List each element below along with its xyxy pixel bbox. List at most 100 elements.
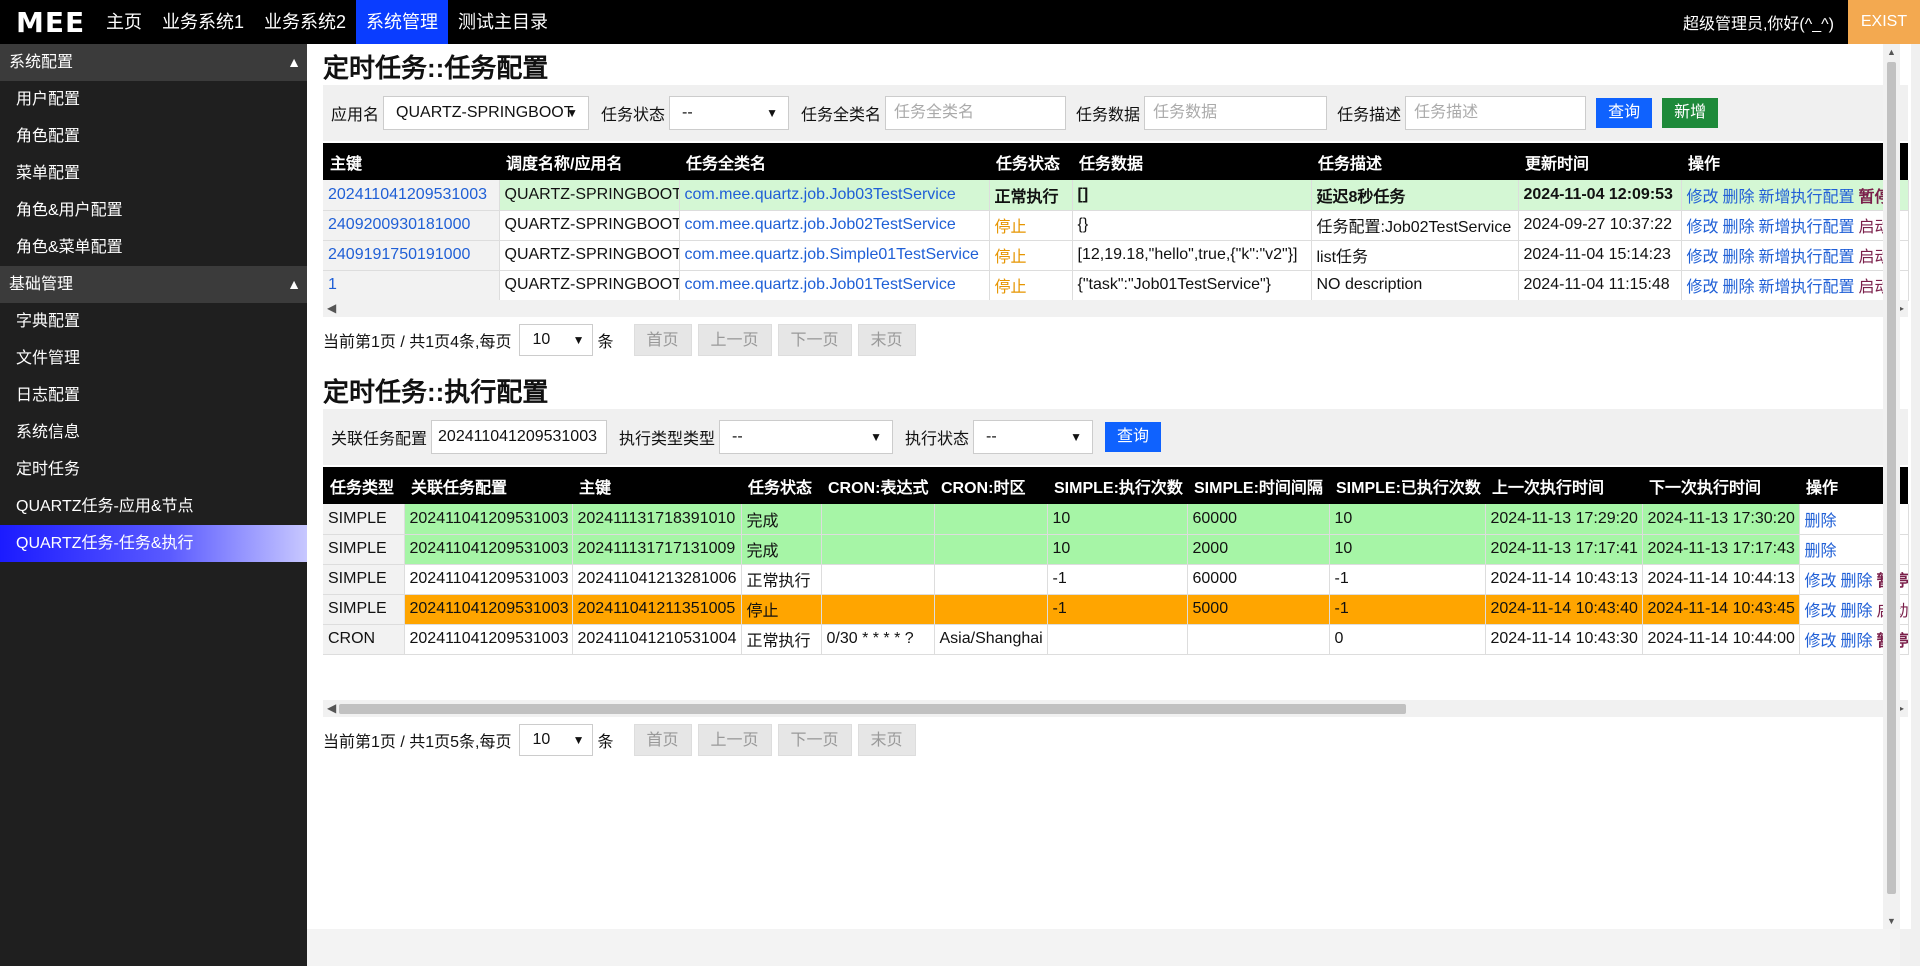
next-page-button[interactable]: 下一页 [777,724,852,756]
sidebar-item-quartz-task-exec[interactable]: QUARTZ任务-任务&执行 [0,525,307,562]
edit-link[interactable]: 修改 [1687,249,1719,266]
page-vscroll[interactable]: ▲ ▼ [1883,44,1900,929]
delete-link[interactable]: 删除 [1723,249,1755,266]
edit-link[interactable]: 修改 [1805,573,1837,590]
table-row[interactable]: CRON 202411041209531003 202411041210531004… [323,624,1909,655]
delete-link[interactable]: 删除 [1805,543,1837,560]
edit-link[interactable]: 修改 [1687,219,1719,236]
task-id-cell[interactable]: 202411041209531003 [323,180,500,211]
sidebar-item-quartz-app-node[interactable]: QUARTZ任务-应用&节点 [0,488,307,525]
scroll-left-icon[interactable]: ◀ [327,300,336,317]
scroll-down-icon[interactable]: ▼ [1883,913,1900,929]
table-row[interactable]: SIMPLE 202411041209531003 2024110412132810… [323,564,1909,595]
pager-text: 当前第1页 / 共1页4条,每页 [323,334,512,351]
add-exec-config-link[interactable]: 新增执行配置 [1759,189,1855,206]
task-status-cell: 停止 [989,270,1073,301]
task-id-cell[interactable]: 1 [323,270,500,301]
task-data-input[interactable]: 任务数据 [1144,96,1328,130]
prev-page-button[interactable]: 上一页 [697,724,772,756]
nav-system-admin[interactable]: 系统管理 [356,0,449,44]
table-row[interactable]: 1 QUARTZ-SPRINGBOOT com.mee.quartz.job.Job… [323,270,1909,301]
scroll-thumb[interactable] [1887,62,1896,894]
delete-link[interactable]: 删除 [1841,573,1873,590]
sidebar-item-file-manage[interactable]: 文件管理 [0,340,307,377]
sidebar-item-system-info[interactable]: 系统信息 [0,414,307,451]
scroll-thumb[interactable] [339,704,1406,714]
sidebar-item-role-menu-config[interactable]: 角色&菜单配置 [0,229,307,266]
cron-zone-cell [934,504,1048,535]
sidebar: 系统配置 ▲ 用户配置 角色配置 菜单配置 角色&用户配置 角色&菜单配置 基础… [0,44,307,966]
class-name-cell[interactable]: com.mee.quartz.job.Job03TestService [679,180,990,211]
sidebar-item-role-config[interactable]: 角色配置 [0,118,307,155]
sidebar-item-scheduled-task[interactable]: 定时任务 [0,451,307,488]
delete-link[interactable]: 删除 [1723,189,1755,206]
nav-test-menu[interactable]: 测试主目录 [448,0,558,44]
exec-query-button[interactable]: 查询 [1105,422,1162,452]
task-desc-input[interactable]: 任务描述 [1405,96,1587,130]
edit-link[interactable]: 修改 [1805,633,1837,650]
delete-link[interactable]: 删除 [1723,279,1755,296]
app-select[interactable]: QUARTZ-SPRINGBOOT ▼ [383,96,590,130]
nav-business-2[interactable]: 业务系统2 [254,0,356,44]
nav-business-1[interactable]: 业务系统1 [152,0,254,44]
table-row[interactable]: 2409200930181000 QUARTZ-SPRINGBOOT com.mee… [323,210,1909,241]
table-row[interactable]: SIMPLE 202411041209531003 2024111317171310… [323,534,1909,565]
sidebar-group-system-config[interactable]: 系统配置 ▲ [0,44,307,81]
last-page-button[interactable]: 末页 [857,324,916,356]
exec-type-select[interactable]: -- ▼ [719,420,894,454]
bottom-strip [307,929,1900,966]
table-row[interactable]: SIMPLE 202411041209531003 2024111317183910… [323,504,1909,535]
class-name-input[interactable]: 任务全类名 [885,96,1067,130]
add-exec-config-link[interactable]: 新增执行配置 [1759,219,1855,236]
task-add-button[interactable]: 新增 [1662,98,1719,128]
app-label: 应用名 [331,107,380,124]
page-size-select[interactable]: 10 ▼ [519,724,594,756]
delete-link[interactable]: 删除 [1723,219,1755,236]
exec-status-select[interactable]: -- ▼ [973,420,1094,454]
col-header: 任务数据 [1072,143,1311,180]
first-page-button[interactable]: 首页 [633,724,692,756]
related-task-input[interactable]: 202411041209531003 [431,420,608,454]
sidebar-group-basic-admin[interactable]: 基础管理 ▲ [0,266,307,303]
task-table-hscroll[interactable]: ◀ ▶ [323,300,1908,317]
add-exec-config-link[interactable]: 新增执行配置 [1759,279,1855,296]
sidebar-item-log-config[interactable]: 日志配置 [0,377,307,414]
sidebar-item-dict-config[interactable]: 字典配置 [0,303,307,340]
nav-home[interactable]: 主页 [96,0,152,44]
edit-link[interactable]: 修改 [1805,603,1837,620]
sidebar-item-user-config[interactable]: 用户配置 [0,81,307,118]
col-header: 关联任务配置 [404,467,572,504]
top-nav: 主页 业务系统1 业务系统2 系统管理 测试主目录 [96,0,558,44]
ops-cell: 修改 删除 新增执行配置 启动 [1681,240,1909,271]
sidebar-item-role-user-config[interactable]: 角色&用户配置 [0,192,307,229]
edit-link[interactable]: 修改 [1687,189,1719,206]
class-name-cell[interactable]: com.mee.quartz.job.Job01TestService [679,270,990,301]
task-id-cell[interactable]: 2409200930181000 [323,210,500,241]
task-status-select[interactable]: -- ▼ [669,96,790,130]
next-page-button[interactable]: 下一页 [777,324,852,356]
sidebar-item-menu-config[interactable]: 菜单配置 [0,155,307,192]
scroll-up-icon[interactable]: ▲ [1883,44,1900,60]
simple-interval-cell: 60000 [1187,564,1330,595]
delete-link[interactable]: 删除 [1841,633,1873,650]
exec-table-hscroll[interactable]: ◀ ▶ [323,700,1908,717]
add-exec-config-link[interactable]: 新增执行配置 [1759,249,1855,266]
prev-page-button[interactable]: 上一页 [697,324,772,356]
last-page-button[interactable]: 末页 [857,724,916,756]
table-row[interactable]: 202411041209531003 QUARTZ-SPRINGBOOT com.m… [323,180,1909,211]
first-page-button[interactable]: 首页 [633,324,692,356]
delete-link[interactable]: 删除 [1841,603,1873,620]
delete-link[interactable]: 删除 [1805,513,1837,530]
scroll-left-icon[interactable]: ◀ [327,700,336,717]
task-query-button[interactable]: 查询 [1596,98,1653,128]
col-header: 任务状态 [741,467,821,504]
edit-link[interactable]: 修改 [1687,279,1719,296]
class-name-cell[interactable]: com.mee.quartz.job.Simple01TestService [679,240,990,271]
task-id-cell[interactable]: 2409191750191000 [323,240,500,271]
class-name-cell[interactable]: com.mee.quartz.job.Job02TestService [679,210,990,241]
table-row[interactable]: 2409191750191000 QUARTZ-SPRINGBOOT com.mee… [323,240,1909,271]
page-size-select[interactable]: 10 ▼ [519,324,594,356]
exec-type-cell: SIMPLE [323,564,405,595]
table-row[interactable]: SIMPLE 202411041209531003 2024110412113510… [323,594,1909,625]
exit-button[interactable]: EXIST [1848,0,1920,44]
